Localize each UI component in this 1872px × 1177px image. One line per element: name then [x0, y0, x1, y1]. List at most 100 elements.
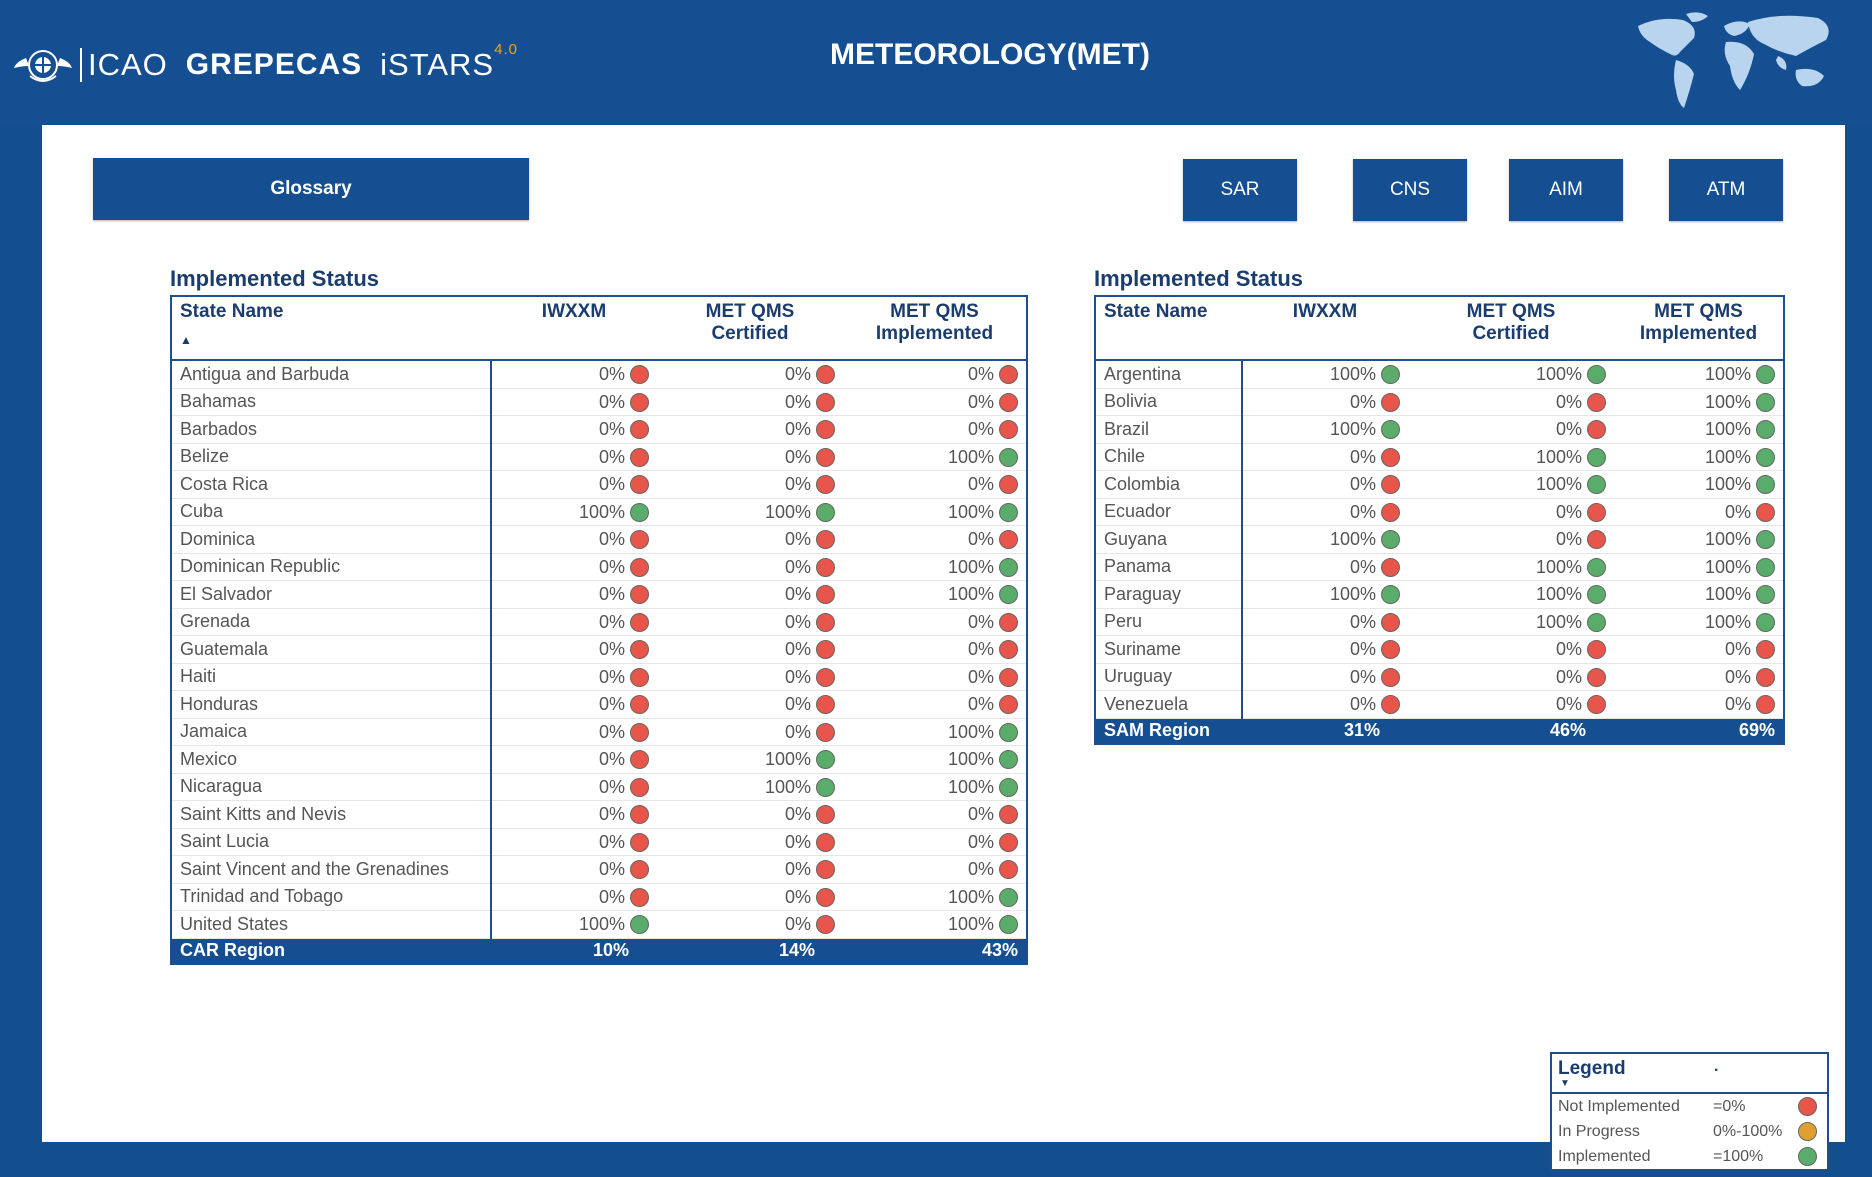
- state-name-cell: Colombia: [1095, 470, 1243, 499]
- iwxxm-cell: 0%: [491, 663, 657, 691]
- table-row[interactable]: Argentina 100% 100% 100%: [1095, 360, 1784, 389]
- cert-cell: 100%: [1408, 360, 1614, 389]
- glossary-button[interactable]: Glossary: [93, 158, 529, 220]
- state-name-cell: Antigua and Barbuda: [171, 360, 492, 389]
- cert-cell: 0%: [657, 608, 843, 636]
- impl-cell: 100%: [1614, 388, 1784, 416]
- table-row[interactable]: Cuba 100% 100% 100%: [171, 498, 1027, 526]
- table-row[interactable]: Suriname 0% 0% 0%: [1095, 635, 1784, 664]
- impl-value: 0%: [967, 529, 994, 550]
- status-dot-icon: [816, 777, 835, 797]
- met-qms-certified-header[interactable]: MET QMS Certified: [657, 296, 843, 361]
- table-row[interactable]: United States 100% 0% 100%: [171, 910, 1027, 939]
- table-row[interactable]: Saint Lucia 0% 0% 0%: [171, 828, 1027, 856]
- table-row[interactable]: Honduras 0% 0% 0%: [171, 690, 1027, 719]
- table-row[interactable]: Bolivia 0% 0% 100%: [1095, 388, 1784, 416]
- impl-cell: 100%: [843, 553, 1027, 581]
- state-name: Belize: [180, 446, 230, 467]
- state-name: Cuba: [180, 501, 224, 522]
- state-name: Saint Kitts and Nevis: [180, 803, 347, 824]
- table-row[interactable]: Brazil 100% 0% 100%: [1095, 415, 1784, 444]
- table-row[interactable]: Haiti 0% 0% 0%: [171, 663, 1027, 691]
- state-name: Chile: [1104, 446, 1146, 467]
- impl-value: 0%: [967, 639, 994, 660]
- status-dot-icon: [1798, 1122, 1817, 1141]
- impl-value: 100%: [947, 721, 994, 742]
- state-name: Dominican Republic: [180, 556, 341, 577]
- state-name: Bahamas: [180, 391, 257, 412]
- impl-value: 100%: [1704, 474, 1751, 495]
- sort-descending-icon[interactable]: ▼: [1560, 1078, 1570, 1089]
- status-dot-icon: [1756, 502, 1775, 522]
- state-name-cell: Honduras: [171, 690, 492, 719]
- table-row[interactable]: Peru 0% 100% 100%: [1095, 608, 1784, 636]
- table-row[interactable]: Paraguay 100% 100% 100%: [1095, 580, 1784, 609]
- state-name-cell: Haiti: [171, 663, 492, 691]
- cert-value: 0%: [784, 364, 811, 385]
- status-dot-icon: [1587, 557, 1606, 577]
- table-row[interactable]: Colombia 0% 100% 100%: [1095, 470, 1784, 499]
- met-qms-implemented-header[interactable]: MET QMS Implemented: [843, 296, 1027, 361]
- table-row[interactable]: Dominican Republic 0% 0% 100%: [171, 553, 1027, 581]
- legend-item: Not Implemented =0%: [1552, 1094, 1827, 1119]
- table-row[interactable]: Belize 0% 0% 100%: [171, 443, 1027, 471]
- table-row[interactable]: Bahamas 0% 0% 0%: [171, 388, 1027, 416]
- table-row[interactable]: Trinidad and Tobago 0% 0% 100%: [171, 883, 1027, 911]
- status-dot-icon: [630, 612, 649, 632]
- met-qms-certified-header[interactable]: MET QMS Certified: [1408, 296, 1614, 361]
- table-row[interactable]: Barbados 0% 0% 0%: [171, 415, 1027, 444]
- state-name-cell: Chile: [1095, 443, 1243, 471]
- cert-value: 0%: [784, 556, 811, 577]
- table-row[interactable]: Guatemala 0% 0% 0%: [171, 635, 1027, 664]
- state-name-header[interactable]: State Name: [1095, 296, 1242, 361]
- table-row[interactable]: Chile 0% 100% 100%: [1095, 443, 1784, 471]
- legend-title: Legend: [1558, 1058, 1626, 1079]
- sar-button[interactable]: SAR: [1183, 159, 1297, 221]
- status-dot-icon: [1381, 420, 1400, 440]
- iwxxm-value: 0%: [598, 391, 625, 412]
- table-row[interactable]: Dominica 0% 0% 0%: [171, 525, 1027, 554]
- met-qms-implemented-header-line1: MET QMS: [1654, 301, 1743, 322]
- status-dot-icon: [630, 502, 649, 522]
- table-row[interactable]: Venezuela 0% 0% 0%: [1095, 690, 1784, 719]
- table-row[interactable]: Jamaica 0% 0% 100%: [171, 718, 1027, 746]
- cert-value: 100%: [1535, 584, 1582, 605]
- state-name-cell: Jamaica: [171, 718, 492, 746]
- table-row[interactable]: Panama 0% 100% 100%: [1095, 553, 1784, 581]
- impl-cell: 0%: [1614, 690, 1784, 719]
- state-name-header[interactable]: State Name ▲: [171, 296, 491, 361]
- status-dot-icon: [999, 502, 1018, 522]
- table-row[interactable]: Saint Vincent and the Grenadines 0% 0% 0%: [171, 855, 1027, 884]
- met-qms-implemented-header-line2: Implemented: [875, 323, 994, 344]
- status-dot-icon: [630, 750, 649, 770]
- table-row[interactable]: Saint Kitts and Nevis 0% 0% 0%: [171, 800, 1027, 829]
- legend-item-range: 0%-100%: [1713, 1122, 1783, 1140]
- table-row[interactable]: Guyana 100% 0% 100%: [1095, 525, 1784, 554]
- table-row[interactable]: Ecuador 0% 0% 0%: [1095, 498, 1784, 526]
- status-dot-icon: [999, 777, 1018, 797]
- table-row[interactable]: Grenada 0% 0% 0%: [171, 608, 1027, 636]
- status-dot-icon: [816, 832, 835, 852]
- table-row[interactable]: Mexico 0% 100% 100%: [171, 745, 1027, 774]
- iwxxm-cell: 0%: [1242, 498, 1408, 526]
- cert-value: 0%: [1555, 666, 1582, 687]
- met-qms-implemented-header[interactable]: MET QMS Implemented: [1614, 296, 1784, 361]
- iwxxm-header[interactable]: IWXXM: [1242, 296, 1408, 361]
- aim-button[interactable]: AIM: [1509, 159, 1623, 221]
- table-row[interactable]: Uruguay 0% 0% 0%: [1095, 663, 1784, 691]
- iwxxm-header[interactable]: IWXXM: [491, 296, 657, 361]
- impl-total: 43%: [843, 938, 1027, 964]
- table-row[interactable]: Costa Rica 0% 0% 0%: [171, 470, 1027, 499]
- legend-rows: Not Implemented =0% In Progress 0%-100% Impl…: [1552, 1094, 1827, 1169]
- iwxxm-value: 0%: [1349, 611, 1376, 632]
- impl-value: 100%: [1704, 364, 1751, 385]
- table-row[interactable]: El Salvador 0% 0% 100%: [171, 580, 1027, 609]
- cns-button[interactable]: CNS: [1353, 159, 1467, 221]
- impl-value: 0%: [1724, 639, 1751, 660]
- sort-ascending-icon[interactable]: ▲: [180, 333, 483, 347]
- atm-button[interactable]: ATM: [1669, 159, 1783, 221]
- state-name: Panama: [1104, 556, 1172, 577]
- table-row[interactable]: Nicaragua 0% 100% 100%: [171, 773, 1027, 801]
- table-row[interactable]: Antigua and Barbuda 0% 0% 0%: [171, 360, 1027, 389]
- impl-value: 100%: [947, 776, 994, 797]
